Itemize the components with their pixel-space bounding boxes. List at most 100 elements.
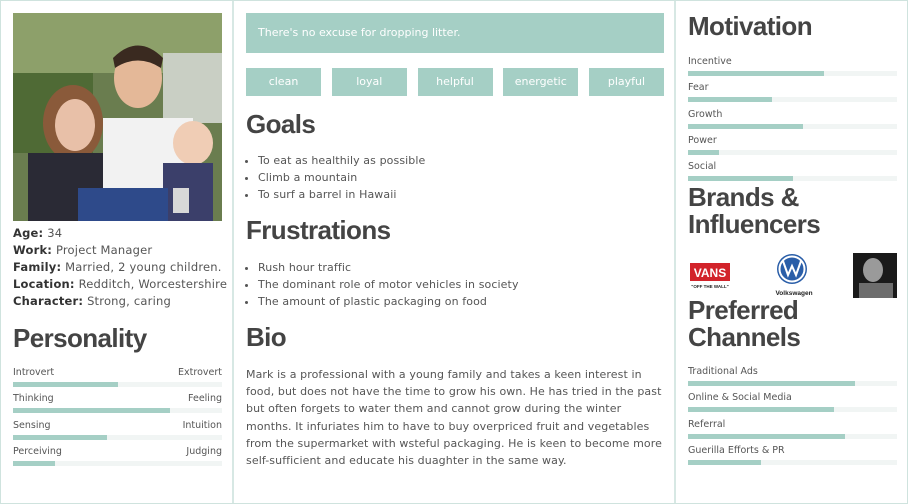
trait-fill <box>13 382 118 387</box>
trait-introvert-extrovert: Introvert Extrovert <box>13 367 222 387</box>
trait-left-label: Sensing <box>13 420 51 431</box>
personality-heading: Personality <box>13 323 147 353</box>
channel-guerilla-pr: Guerilla Efforts & PR <box>688 445 897 465</box>
motivation-incentive: Incentive <box>688 56 897 76</box>
motivation-track <box>688 97 897 102</box>
motivation-fill <box>688 176 793 181</box>
trait-perceiving-judging: Perceiving Judging <box>13 446 222 466</box>
trait-right-label: Intuition <box>182 420 222 431</box>
tag-clean: clean <box>246 68 321 96</box>
quote-banner: There's no excuse for dropping litter. <box>246 13 664 53</box>
channel-fill <box>688 381 856 386</box>
channel-track <box>688 381 897 386</box>
trait-fill <box>13 461 55 466</box>
trait-left-label: Introvert <box>13 367 55 378</box>
tag-helpful: helpful <box>417 68 493 96</box>
location-value: Redditch, Worcestershire <box>78 277 228 291</box>
motivation-track <box>688 176 897 181</box>
channel-track <box>688 460 897 465</box>
channel-traditional-ads: Traditional Ads <box>688 366 897 386</box>
motivation-label: Power <box>688 135 717 146</box>
motivation-fear: Fear <box>688 82 897 102</box>
list-item: The dominant role of motor vehicles in s… <box>258 276 519 293</box>
motivation-fill <box>688 71 824 76</box>
family-row: Family: Married, 2 young children. <box>13 259 228 276</box>
motivation-power: Power <box>688 135 897 155</box>
list-item: To surf a barrel in Hawaii <box>258 186 425 203</box>
age-value: 34 <box>47 226 63 240</box>
trait-track <box>13 382 222 387</box>
trait-right-label: Feeling <box>188 393 222 404</box>
motivation-track <box>688 124 897 129</box>
vans-logo: VANS "OFF THE WALL" <box>689 262 731 290</box>
trait-track <box>13 435 222 440</box>
trait-sensing-intuition: Sensing Intuition <box>13 420 222 440</box>
profile-info: Age: 34 Work: Project Manager Family: Ma… <box>13 225 228 310</box>
frustrations-list: Rush hour traffic The dominant role of m… <box>258 259 519 310</box>
trait-track <box>13 408 222 413</box>
work-value: Project Manager <box>55 243 153 257</box>
channel-fill <box>688 407 835 412</box>
bio-heading: Bio <box>246 322 287 352</box>
location-row: Location: Redditch, Worcestershire <box>13 276 228 293</box>
persona-photo <box>13 13 222 221</box>
motivation-social: Social <box>688 161 897 181</box>
channel-fill <box>688 434 845 439</box>
vans-tagline-text: "OFF THE WALL" <box>691 284 729 289</box>
brands-heading: Brands & Influencers <box>688 182 821 239</box>
middle-column: There's no excuse for dropping litter. c… <box>234 1 676 503</box>
family-label: Family: <box>13 260 62 274</box>
list-item: To eat as healthily as possible <box>258 152 425 169</box>
channel-track <box>688 407 897 412</box>
motivation-heading: Motivation <box>688 11 813 41</box>
motivation-label: Growth <box>688 109 723 120</box>
right-column: Motivation Incentive Fear Growth Power S… <box>676 1 908 503</box>
channel-label: Guerilla Efforts & PR <box>688 445 785 456</box>
character-row: Character: Strong, caring <box>13 293 228 310</box>
channel-label: Online & Social Media <box>688 392 792 403</box>
channel-referral: Referral <box>688 419 897 439</box>
motivation-fill <box>688 124 803 129</box>
trait-fill <box>13 435 108 440</box>
goals-heading: Goals <box>246 109 316 139</box>
work-row: Work: Project Manager <box>13 242 228 259</box>
list-item: The amount of plastic packaging on food <box>258 293 519 310</box>
trait-left-label: Thinking <box>13 393 54 404</box>
work-label: Work: <box>13 243 53 257</box>
influencer-photo <box>853 253 897 298</box>
motivation-growth: Growth <box>688 109 897 129</box>
motivation-label: Fear <box>688 82 709 93</box>
motivation-fill <box>688 150 720 155</box>
tag-list: clean loyal helpful energetic playful <box>246 68 664 96</box>
character-value: Strong, caring <box>87 294 171 308</box>
trait-thinking-feeling: Thinking Feeling <box>13 393 222 413</box>
frustrations-heading: Frustrations <box>246 215 391 245</box>
channel-fill <box>688 460 762 465</box>
left-column: Age: 34 Work: Project Manager Family: Ma… <box>1 1 234 503</box>
motivation-fill <box>688 97 772 102</box>
channel-label: Traditional Ads <box>688 366 758 377</box>
motivation-track <box>688 71 897 76</box>
channels-heading: Preferred Channels <box>688 295 801 352</box>
channel-online-social: Online & Social Media <box>688 392 897 412</box>
vans-logo-text: VANS <box>694 266 726 280</box>
trait-track <box>13 461 222 466</box>
channel-track <box>688 434 897 439</box>
family-value: Married, 2 young children. <box>65 260 222 274</box>
trait-right-label: Judging <box>186 446 222 457</box>
goals-list: To eat as healthily as possible Climb a … <box>258 152 425 203</box>
motivation-track <box>688 150 897 155</box>
list-item: Rush hour traffic <box>258 259 519 276</box>
tag-playful: playful <box>589 68 664 96</box>
motivation-label: Incentive <box>688 56 732 67</box>
trait-left-label: Perceiving <box>13 446 62 457</box>
age-row: Age: 34 <box>13 225 228 242</box>
list-item: Climb a mountain <box>258 169 425 186</box>
tag-loyal: loyal <box>331 68 407 96</box>
motivation-label: Social <box>688 161 717 172</box>
trait-fill <box>13 408 170 413</box>
trait-right-label: Extrovert <box>178 367 222 378</box>
persona-page: Age: 34 Work: Project Manager Family: Ma… <box>0 0 908 504</box>
location-label: Location: <box>13 277 75 291</box>
volkswagen-logo: Volkswagen <box>772 253 816 297</box>
